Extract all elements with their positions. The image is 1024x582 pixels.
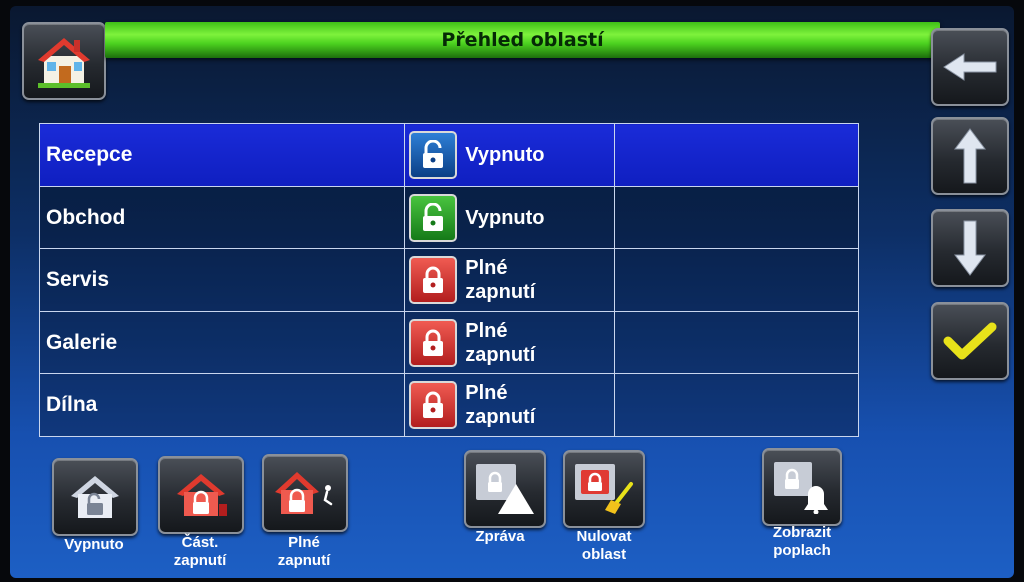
area-state-line2: zapnutí bbox=[465, 406, 536, 428]
partial-arm-button[interactable] bbox=[158, 456, 244, 534]
area-name: Galerie bbox=[38, 311, 406, 374]
title-bar: Přehled oblastí bbox=[105, 22, 940, 58]
locked-red-icon bbox=[409, 256, 458, 304]
panel-screen: Přehled oblastí Recepce Vypnuto Obchod V… bbox=[10, 6, 1014, 578]
area-state-line1: Plné bbox=[465, 319, 508, 342]
area-row-galerie[interactable]: Galerie Plné zapnutí bbox=[38, 311, 859, 374]
area-state-cell: Plné zapnutí bbox=[404, 311, 616, 374]
reset-area-label-line1: Nulovat bbox=[576, 528, 632, 545]
area-row-servis[interactable]: Servis Plné zapnutí bbox=[38, 248, 859, 312]
area-name: Obchod bbox=[38, 186, 406, 249]
report-warning-icon bbox=[476, 464, 534, 514]
arrow-up-icon bbox=[954, 128, 986, 184]
checkmark-icon bbox=[943, 322, 997, 360]
area-extra-cell bbox=[614, 248, 859, 312]
show-alarm-label: Zobrazit poplach bbox=[754, 524, 850, 560]
show-alarm-button[interactable] bbox=[762, 448, 842, 526]
area-extra-cell bbox=[614, 186, 859, 249]
locked-red-icon bbox=[409, 381, 458, 429]
alarm-bell-icon bbox=[774, 462, 828, 514]
scroll-up-button[interactable] bbox=[931, 117, 1009, 195]
report-button[interactable] bbox=[464, 450, 546, 528]
reset-area-label-line2: oblast bbox=[581, 546, 627, 563]
partial-arm-label-line1: Část. bbox=[181, 534, 219, 551]
house-partial-lock-icon bbox=[177, 474, 227, 516]
back-button[interactable] bbox=[931, 28, 1009, 106]
reset-area-label: Nulovat oblast bbox=[558, 528, 650, 564]
area-state-line1: Vypnuto bbox=[465, 206, 545, 229]
report-label: Zpráva bbox=[475, 528, 525, 545]
locked-red-icon bbox=[409, 318, 458, 367]
area-extra-cell bbox=[614, 373, 859, 437]
full-arm-label-line2: zapnutí bbox=[277, 552, 331, 569]
arrow-left-icon bbox=[943, 53, 997, 81]
area-state-cell: Vypnuto bbox=[404, 186, 616, 249]
reset-brush-icon bbox=[575, 464, 633, 514]
confirm-button[interactable] bbox=[931, 302, 1009, 380]
full-arm-label: Plné zapnutí bbox=[262, 534, 346, 570]
full-arm-button[interactable] bbox=[262, 454, 348, 532]
area-extra-cell bbox=[614, 311, 859, 374]
arrow-down-icon bbox=[954, 220, 986, 276]
area-state-cell: Vypnuto bbox=[404, 123, 616, 187]
house-lock-exit-icon bbox=[275, 472, 333, 514]
unlocked-green-icon bbox=[409, 193, 458, 242]
show-alarm-label-line1: Zobrazit bbox=[772, 524, 832, 541]
areas-table: Recepce Vypnuto Obchod Vypnuto Servis Pl… bbox=[38, 123, 859, 437]
area-state-line2: zapnutí bbox=[465, 281, 536, 303]
area-row-dilna[interactable]: Dílna Plné zapnutí bbox=[38, 373, 859, 437]
area-name: Recepce bbox=[38, 123, 406, 187]
show-alarm-label-line2: poplach bbox=[773, 542, 831, 559]
partial-arm-label-line2: zapnutí bbox=[173, 552, 227, 569]
partial-arm-label: Část. zapnutí bbox=[158, 534, 242, 570]
area-extra-cell bbox=[614, 123, 859, 187]
area-name: Dílna bbox=[38, 373, 406, 437]
area-row-obchod[interactable]: Obchod Vypnuto bbox=[38, 186, 859, 249]
full-arm-label-line1: Plné bbox=[288, 534, 320, 551]
area-state-cell: Plné zapnutí bbox=[404, 373, 616, 437]
area-state-line1: Plné bbox=[465, 257, 508, 279]
area-state-cell: Plné zapnutí bbox=[404, 248, 616, 312]
disarm-label: Vypnuto bbox=[64, 536, 124, 553]
area-state-line1: Plné bbox=[465, 382, 508, 404]
area-state-line1: Vypnuto bbox=[465, 144, 545, 166]
area-row-recepce[interactable]: Recepce Vypnuto bbox=[38, 123, 859, 187]
area-state-line2: zapnutí bbox=[465, 343, 536, 366]
unlocked-blue-icon bbox=[409, 131, 458, 179]
scroll-down-button[interactable] bbox=[931, 209, 1009, 287]
disarm-button[interactable] bbox=[52, 458, 138, 536]
reset-area-button[interactable] bbox=[563, 450, 645, 528]
house-icon bbox=[38, 38, 90, 88]
home-button[interactable] bbox=[22, 22, 106, 100]
area-name: Servis bbox=[38, 248, 406, 312]
page-title: Přehled oblastí bbox=[441, 29, 604, 51]
house-unlocked-icon bbox=[71, 476, 119, 518]
